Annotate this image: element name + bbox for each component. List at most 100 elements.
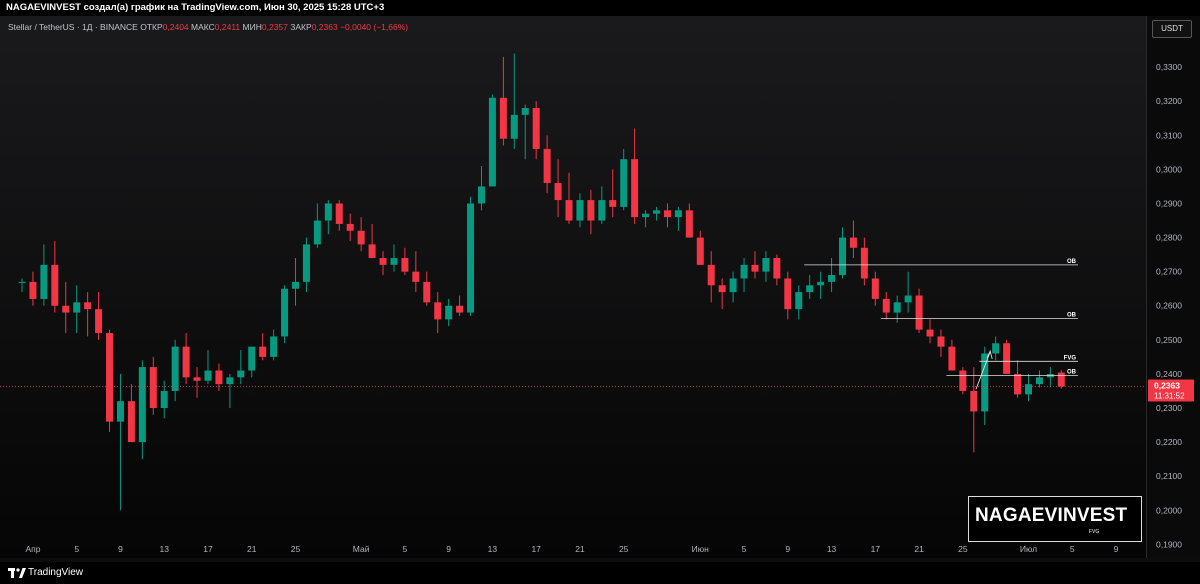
candle-body: [1057, 372, 1065, 387]
candle-body: [160, 390, 168, 409]
candle-body: [926, 329, 934, 337]
footer-bar: TradingView: [0, 562, 1200, 584]
x-tick-label: 5: [403, 544, 408, 554]
candle-body: [532, 108, 540, 149]
level-label: OB: [1067, 370, 1077, 376]
x-tick-label: 25: [291, 544, 301, 554]
candle-body: [51, 264, 59, 306]
y-tick-label: 0,2400: [1156, 369, 1182, 379]
candle-body: [707, 264, 715, 286]
candle-body: [893, 302, 901, 313]
change-value: −0,0040 (−1,66%): [340, 22, 409, 32]
level-label: OB: [1067, 259, 1077, 265]
tradingview-logo-icon[interactable]: [8, 567, 26, 579]
candle-body: [127, 401, 135, 443]
candle-body: [849, 237, 857, 248]
candle-body: [718, 285, 726, 293]
countdown-label: 11:31:52: [1154, 392, 1185, 401]
candle-body: [598, 200, 606, 221]
candle-body: [1035, 377, 1043, 385]
candle-body: [587, 200, 595, 221]
candle-body: [1024, 384, 1032, 395]
candle-body: [62, 305, 70, 313]
x-tick-label: 21: [247, 544, 257, 554]
y-tick-label: 0,2000: [1156, 505, 1182, 515]
y-tick-label: 0,2700: [1156, 267, 1182, 277]
candle-body: [193, 377, 201, 381]
candle-body: [510, 114, 518, 139]
high-label: МАКС: [191, 22, 215, 32]
y-tick-label: 0,2600: [1156, 301, 1182, 311]
x-tick-label: 5: [742, 544, 747, 554]
open-value: 0,2404: [162, 22, 189, 32]
candle-body: [543, 148, 551, 184]
candle-body: [226, 377, 234, 385]
x-tick-label: Июл: [1020, 544, 1037, 554]
watermark: NAGAEVINVEST FVG: [968, 496, 1142, 542]
candle-body: [663, 210, 671, 218]
candle-body: [959, 370, 967, 391]
candle-body: [696, 237, 704, 265]
candle-body: [368, 244, 376, 259]
candle-body: [292, 281, 299, 289]
candle-body: [357, 230, 365, 245]
candle-body: [346, 223, 354, 231]
candle-body: [860, 247, 868, 279]
footer-brand[interactable]: TradingView: [28, 567, 83, 578]
candle-body: [412, 271, 420, 282]
x-tick-label: 9: [1114, 544, 1119, 554]
candle-body: [434, 302, 442, 320]
x-tick-label: 17: [531, 544, 541, 554]
candle-body: [817, 281, 825, 286]
open-label: ОТКР: [140, 22, 163, 32]
level-label: FVG: [1064, 355, 1077, 361]
candle-body: [445, 305, 453, 320]
y-tick-label: 0,1900: [1156, 539, 1182, 549]
candle-body: [915, 295, 923, 330]
x-tick-label: 21: [914, 544, 924, 554]
candle-body: [795, 292, 803, 310]
candle-body: [740, 264, 748, 279]
y-tick-label: 0,2800: [1156, 233, 1182, 243]
candle-body: [970, 390, 978, 412]
close-label: ЗАКР: [290, 22, 312, 32]
candle-body: [685, 210, 693, 238]
candle-body: [828, 275, 836, 282]
candle-body: [95, 309, 103, 334]
candle-body: [477, 186, 485, 204]
close-value: 0,2363: [311, 22, 338, 32]
candle-body: [259, 346, 267, 357]
candle-body: [609, 200, 617, 207]
candle-body: [499, 97, 507, 139]
x-tick-label: 9: [118, 544, 123, 554]
candle-body: [488, 97, 496, 187]
currency-button[interactable]: USDT: [1152, 20, 1192, 38]
candle-body: [29, 281, 37, 299]
candle-body: [270, 336, 278, 357]
candle-body: [773, 258, 781, 279]
candle-body: [751, 264, 759, 272]
candle-body: [390, 258, 398, 265]
candle-body: [116, 401, 124, 422]
x-tick-label: 9: [785, 544, 790, 554]
candle-body: [182, 346, 190, 378]
y-tick-label: 0,2200: [1156, 437, 1182, 447]
candle-body: [981, 353, 989, 412]
y-tick-label: 0,3200: [1156, 96, 1182, 106]
x-tick-label: 17: [203, 544, 213, 554]
candle-body: [18, 281, 26, 283]
candle-body: [871, 278, 879, 299]
candle-body: [762, 258, 770, 272]
level-label: OB: [1067, 312, 1077, 318]
y-tick-label: 0,2900: [1156, 198, 1182, 208]
candle-body: [937, 336, 945, 347]
candle-body: [401, 258, 409, 272]
candle-body: [248, 346, 256, 371]
watermark-sub: FVG: [1089, 529, 1100, 535]
candle-body: [40, 264, 48, 299]
y-tick-label: 0,2500: [1156, 335, 1182, 345]
candle-body: [554, 183, 562, 201]
candle-body: [138, 367, 146, 443]
candle-body: [204, 370, 212, 381]
candle-body: [106, 333, 114, 422]
